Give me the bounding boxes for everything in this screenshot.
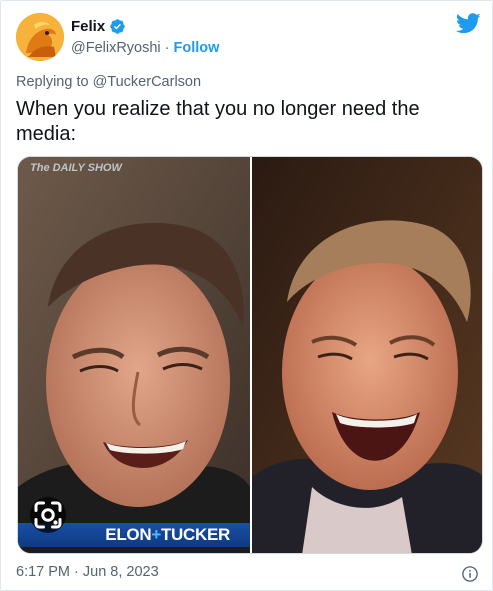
google-lens-button[interactable] bbox=[30, 497, 66, 533]
reply-mention-link[interactable]: @TuckerCarlson bbox=[93, 74, 201, 90]
laughing-man-photo-right bbox=[252, 157, 482, 553]
separator-dot: · bbox=[164, 40, 170, 56]
laughing-man-photo-left bbox=[18, 157, 250, 553]
caption-plus: + bbox=[151, 525, 161, 544]
tweet-text: When you realize that you no longer need… bbox=[16, 98, 420, 145]
tweet-header: Felix @FelixRyoshi · Follow bbox=[16, 11, 481, 61]
follow-button[interactable]: Follow bbox=[174, 40, 220, 56]
handle-row: @FelixRyoshi · Follow bbox=[71, 40, 219, 56]
name-row: Felix bbox=[71, 17, 126, 35]
display-name[interactable]: Felix bbox=[71, 18, 105, 35]
user-handle[interactable]: @FelixRyoshi bbox=[71, 40, 161, 56]
avatar-image bbox=[16, 13, 64, 61]
tweet-media[interactable]: The DAILY SHOW ELON+TUCKER bbox=[17, 156, 483, 554]
media-photo-right[interactable] bbox=[252, 157, 482, 553]
replying-to-label: Replying to bbox=[16, 74, 89, 90]
media-photo-left[interactable]: The DAILY SHOW ELON+TUCKER bbox=[18, 157, 250, 553]
caption-name-right: TUCKER bbox=[160, 525, 230, 544]
replying-to: Replying to @TuckerCarlson bbox=[16, 74, 201, 90]
verified-badge-icon bbox=[109, 18, 126, 35]
twitter-bird-icon[interactable] bbox=[455, 13, 481, 34]
info-icon[interactable] bbox=[461, 565, 479, 583]
google-lens-icon bbox=[34, 501, 62, 529]
caption-name-left: ELON bbox=[105, 525, 152, 544]
tweet-timestamp[interactable]: 6:17 PM · Jun 8, 2023 bbox=[16, 564, 159, 580]
avatar[interactable] bbox=[16, 13, 64, 61]
show-watermark: The DAILY SHOW bbox=[30, 162, 122, 174]
caption-text: ELON+TUCKER bbox=[105, 525, 230, 545]
tweet-card: Felix @FelixRyoshi · Follow Replying to … bbox=[0, 0, 493, 591]
